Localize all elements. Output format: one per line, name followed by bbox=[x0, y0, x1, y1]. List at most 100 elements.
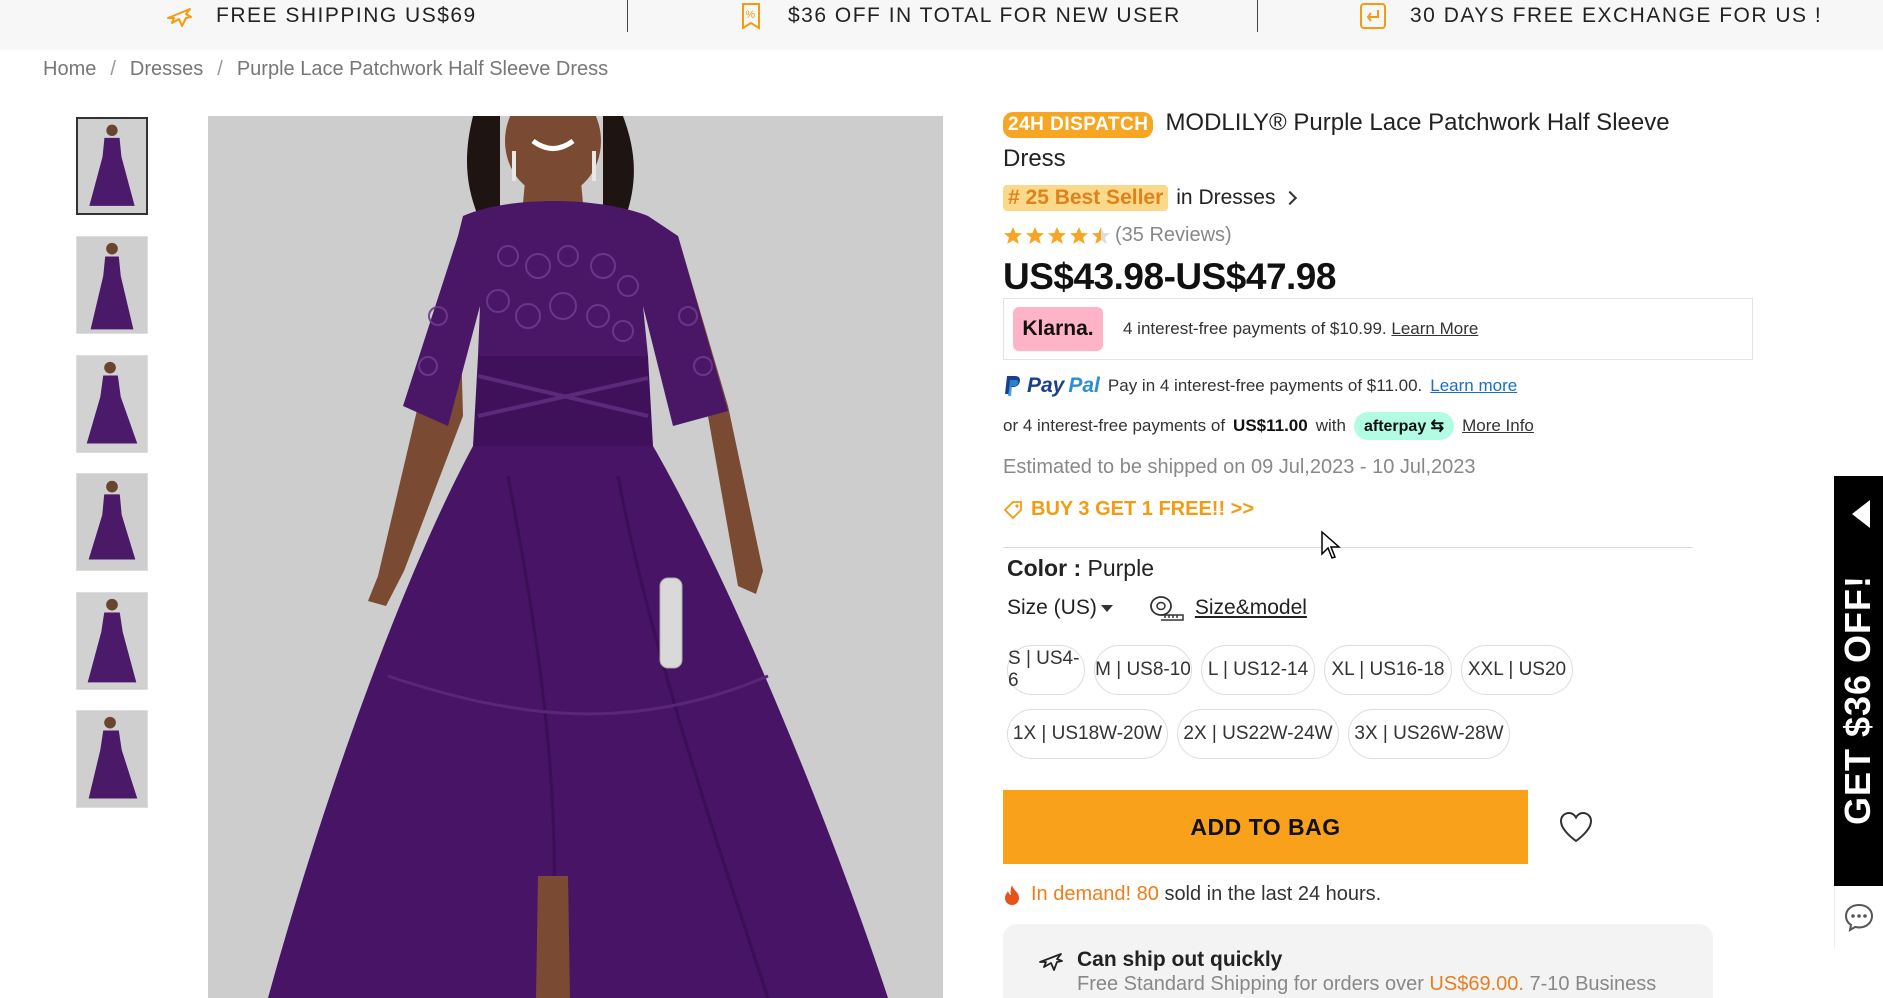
review-count[interactable]: (35 Reviews) bbox=[1115, 224, 1232, 247]
measuring-tape-icon bbox=[1149, 596, 1184, 621]
flame-icon bbox=[1005, 884, 1019, 905]
thumbnail-2[interactable] bbox=[76, 236, 148, 334]
thumbnail-5[interactable] bbox=[76, 592, 148, 690]
thumbnail-6[interactable] bbox=[76, 710, 148, 808]
dress-thumbnail-image bbox=[77, 356, 147, 452]
demand-hot-text: In demand! 80 bbox=[1031, 883, 1159, 905]
afterpay-text: or 4 interest-free payments of bbox=[1003, 416, 1226, 435]
dress-thumbnail-image bbox=[77, 237, 147, 333]
promo-text: 30 DAYS FREE EXCHANGE FOR US ! bbox=[1410, 4, 1823, 27]
chevron-right-icon bbox=[1283, 190, 1298, 206]
dress-photo bbox=[208, 116, 943, 998]
size-option[interactable]: XXL | US20 bbox=[1461, 645, 1573, 695]
rank-category: in Dresses bbox=[1176, 186, 1276, 209]
add-to-bag-button[interactable]: ADD TO BAG bbox=[1003, 790, 1528, 864]
shipping-estimate: Estimated to be shipped on 09 Jul,2023 -… bbox=[1003, 456, 1476, 478]
thumbnail-4[interactable] bbox=[76, 473, 148, 571]
dispatch-badge: 24H DISPATCH bbox=[1003, 112, 1154, 138]
size-option[interactable]: 2X | US22W-24W bbox=[1177, 709, 1339, 759]
ship-quickly-title: Can ship out quickly bbox=[1077, 948, 1283, 971]
klarna-learn-more-link[interactable]: Learn More bbox=[1391, 319, 1478, 338]
size-option[interactable]: S | US4-6 bbox=[1007, 645, 1085, 695]
afterpay-with: with bbox=[1315, 416, 1346, 435]
caret-left-icon[interactable] bbox=[1852, 500, 1870, 528]
dress-thumbnail-image bbox=[77, 711, 147, 807]
klarna-box: Klarna. 4 interest-free payments of $10.… bbox=[1003, 298, 1753, 360]
thumbnail-3[interactable] bbox=[76, 355, 148, 453]
breadcrumb-dresses[interactable]: Dresses bbox=[130, 58, 203, 81]
afterpay-amount: US$11.00 bbox=[1233, 416, 1308, 435]
klarna-installment-text: 4 interest-free payments of $10.99. bbox=[1123, 319, 1387, 338]
promo-new-user[interactable]: % $36 OFF IN TOTAL FOR NEW USER bbox=[736, 0, 1181, 32]
afterpay-row: or 4 interest-free payments of US$11.00 … bbox=[1003, 412, 1534, 440]
ship-sub-text-a: Free Standard Shipping for orders over bbox=[1077, 973, 1424, 995]
paypal-logo-pal: Pal bbox=[1068, 374, 1100, 397]
size-option[interactable]: XL | US16-18 bbox=[1324, 645, 1452, 695]
plane-icon bbox=[167, 8, 192, 27]
main-product-image[interactable] bbox=[208, 116, 943, 998]
promo-text: $36 OFF IN TOTAL FOR NEW USER bbox=[788, 4, 1181, 27]
breadcrumb-current: Purple Lace Patchwork Half Sleeve Dress bbox=[236, 58, 609, 80]
star-icon bbox=[1004, 226, 1022, 244]
product-title-row: 24H DISPATCH MODLILY® Purple Lace Patchwo… bbox=[1003, 105, 1703, 177]
divider bbox=[1003, 547, 1693, 548]
tag-icon bbox=[1003, 500, 1022, 519]
afterpay-logo: afterpay ⇆ bbox=[1353, 412, 1455, 440]
size-region-select[interactable]: Size (US) bbox=[1007, 596, 1113, 620]
plane-icon bbox=[1039, 953, 1063, 971]
paypal-icon bbox=[1005, 376, 1020, 396]
paypal-learn-more-link[interactable]: Learn more bbox=[1430, 376, 1517, 396]
star-icon bbox=[1048, 226, 1066, 244]
best-seller-rank[interactable]: # 25 Best Seller in Dresses bbox=[1003, 185, 1298, 211]
breadcrumb-separator: / bbox=[110, 58, 116, 80]
promo-divider bbox=[627, 0, 628, 32]
return-icon bbox=[1360, 3, 1386, 29]
color-row: Color : Purple bbox=[1007, 555, 1154, 582]
size-model-text: Size&model bbox=[1194, 596, 1307, 619]
ship-quickly-subtitle: Free Standard Shipping for orders over U… bbox=[1077, 973, 1656, 996]
dress-thumbnail-image bbox=[78, 119, 146, 212]
rating-row[interactable]: (35 Reviews) bbox=[1003, 224, 1232, 247]
afterpay-more-info-link[interactable]: More Info bbox=[1462, 416, 1534, 436]
demand-rest-text: sold in the last 24 hours. bbox=[1164, 883, 1382, 905]
half-star-icon bbox=[1092, 226, 1110, 244]
chat-bubble-icon bbox=[1844, 903, 1874, 932]
mouse-cursor-icon bbox=[1321, 530, 1341, 559]
klarna-text: 4 interest-free payments of $10.99. Lear… bbox=[1123, 319, 1478, 339]
thumbnail-1[interactable] bbox=[76, 117, 148, 215]
caret-down-icon bbox=[1100, 604, 1113, 612]
star-icon bbox=[1070, 226, 1088, 244]
promo-free-shipping[interactable]: FREE SHIPPING US$69 bbox=[164, 0, 477, 32]
paypal-logo: Pay Pal bbox=[1003, 374, 1100, 398]
buy3-promo-text: BUY 3 GET 1 FREE!! >> bbox=[1031, 498, 1255, 520]
afterpay-logo-text: afterpay bbox=[1363, 418, 1427, 435]
paypal-text: Pay in 4 interest-free payments of $11.0… bbox=[1107, 376, 1423, 395]
breadcrumb-home[interactable]: Home bbox=[43, 58, 96, 81]
dress-thumbnail-image bbox=[77, 593, 147, 689]
side-promo-text: GET $36 OFF! bbox=[1837, 574, 1878, 826]
chat-button[interactable] bbox=[1834, 886, 1883, 948]
price-range: US$43.98-US$47.98 bbox=[1003, 256, 1336, 297]
size-label: Size (US) bbox=[1007, 596, 1097, 619]
star-rating bbox=[1003, 226, 1111, 246]
ship-sub-text-b: 7-10 Business bbox=[1529, 973, 1657, 995]
size-row: Size (US) Size&model bbox=[1007, 595, 1307, 621]
paypal-row: Pay Pal Pay in 4 interest-free payments o… bbox=[1003, 374, 1517, 398]
size-option[interactable]: L | US12-14 bbox=[1201, 645, 1315, 695]
promo-text: FREE SHIPPING US$69 bbox=[216, 4, 477, 27]
size-model-link[interactable]: Size&model bbox=[1149, 595, 1307, 621]
color-value: Purple bbox=[1087, 555, 1154, 581]
size-option[interactable]: M | US8-10 bbox=[1094, 645, 1192, 695]
promo-exchange[interactable]: 30 DAYS FREE EXCHANGE FOR US ! bbox=[1358, 0, 1822, 32]
rank-badge: # 25 Best Seller bbox=[1003, 185, 1169, 211]
demand-notice: In demand! 80 sold in the last 24 hours. bbox=[1003, 883, 1381, 906]
ship-sub-amount: US$69.00. bbox=[1429, 973, 1524, 995]
paypal-logo-pay: Pay bbox=[1027, 374, 1065, 397]
size-option[interactable]: 1X | US18W-20W bbox=[1007, 709, 1168, 759]
color-label: Color : bbox=[1007, 555, 1082, 581]
heart-icon[interactable] bbox=[1558, 810, 1594, 846]
buy3-promo-link[interactable]: BUY 3 GET 1 FREE!! >> bbox=[1003, 498, 1254, 521]
size-option[interactable]: 3X | US26W-28W bbox=[1348, 709, 1510, 759]
klarna-logo: Klarna. bbox=[1013, 307, 1103, 351]
star-icon bbox=[1026, 226, 1044, 244]
